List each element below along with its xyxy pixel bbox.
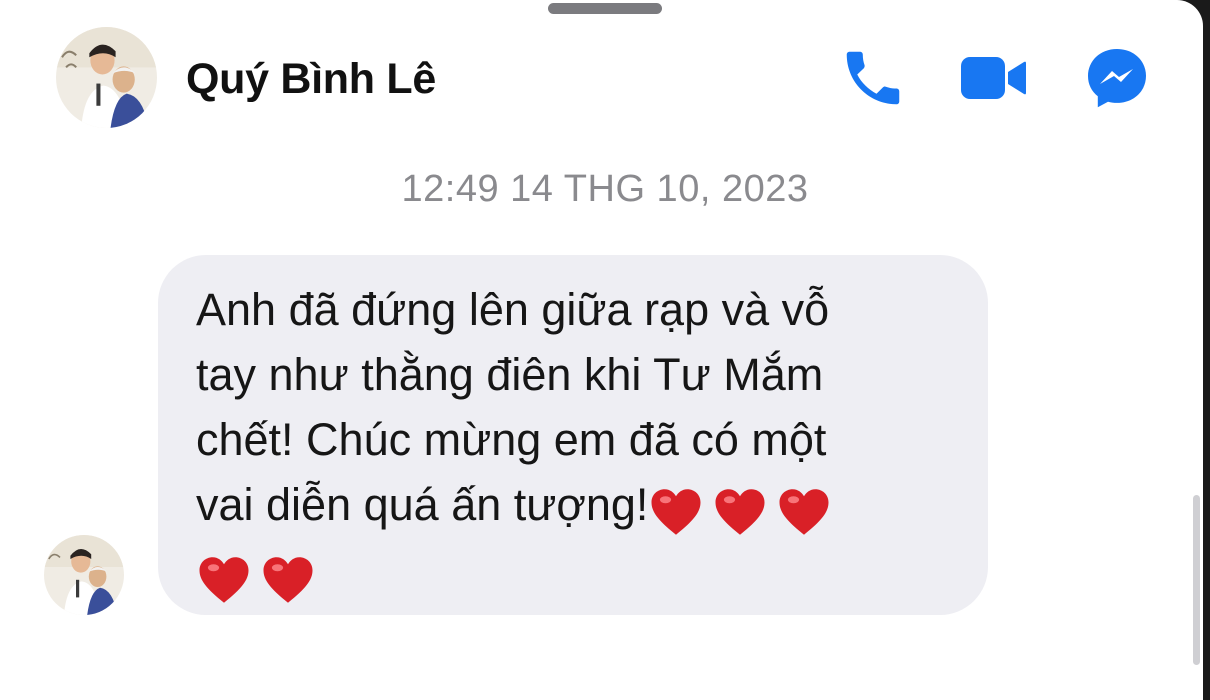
scrollbar[interactable] [1193,495,1200,665]
message-line-hearts [196,541,950,610]
heart-emoji-icon [196,552,252,608]
contact-name[interactable]: Quý Bình Lê [186,55,436,104]
video-camera-icon [961,57,1026,99]
chat-sheet: Quý Bình Lê 12:49 14 THG 10, 2023 Anh đã… [0,0,1203,700]
message-line: tay như thằng điên khi Tư Mắm [196,349,824,400]
video-call-button[interactable] [953,38,1033,118]
heart-emoji-icon [648,484,704,540]
message-line: vai diễn quá ấn tượng! [196,479,649,530]
messenger-icon [1088,49,1146,108]
message-bubble[interactable]: Anh đã đứng lên giữa rạp và vỗ tay như t… [158,255,988,615]
sender-avatar[interactable] [44,535,124,615]
phone-icon [846,51,900,105]
heart-emoji-icon [776,484,832,540]
heart-emoji-icon [712,484,768,540]
message-line: Anh đã đứng lên giữa rạp và vỗ [196,284,830,335]
heart-emoji-group [648,476,840,541]
message-timestamp: 12:49 14 THG 10, 2023 [401,168,809,210]
contact-avatar[interactable] [56,27,157,128]
heart-emoji-group [196,544,324,609]
messenger-button[interactable] [1077,38,1157,118]
message-line-with-hearts: vai diễn quá ấn tượng! [196,472,950,541]
message-text: Anh đã đứng lên giữa rạp và vỗ tay như t… [196,277,950,609]
heart-emoji-icon [260,552,316,608]
chat-header: Quý Bình Lê [0,0,1203,150]
call-button[interactable] [833,38,913,118]
message-line: chết! Chúc mừng em đã có một [196,414,827,465]
